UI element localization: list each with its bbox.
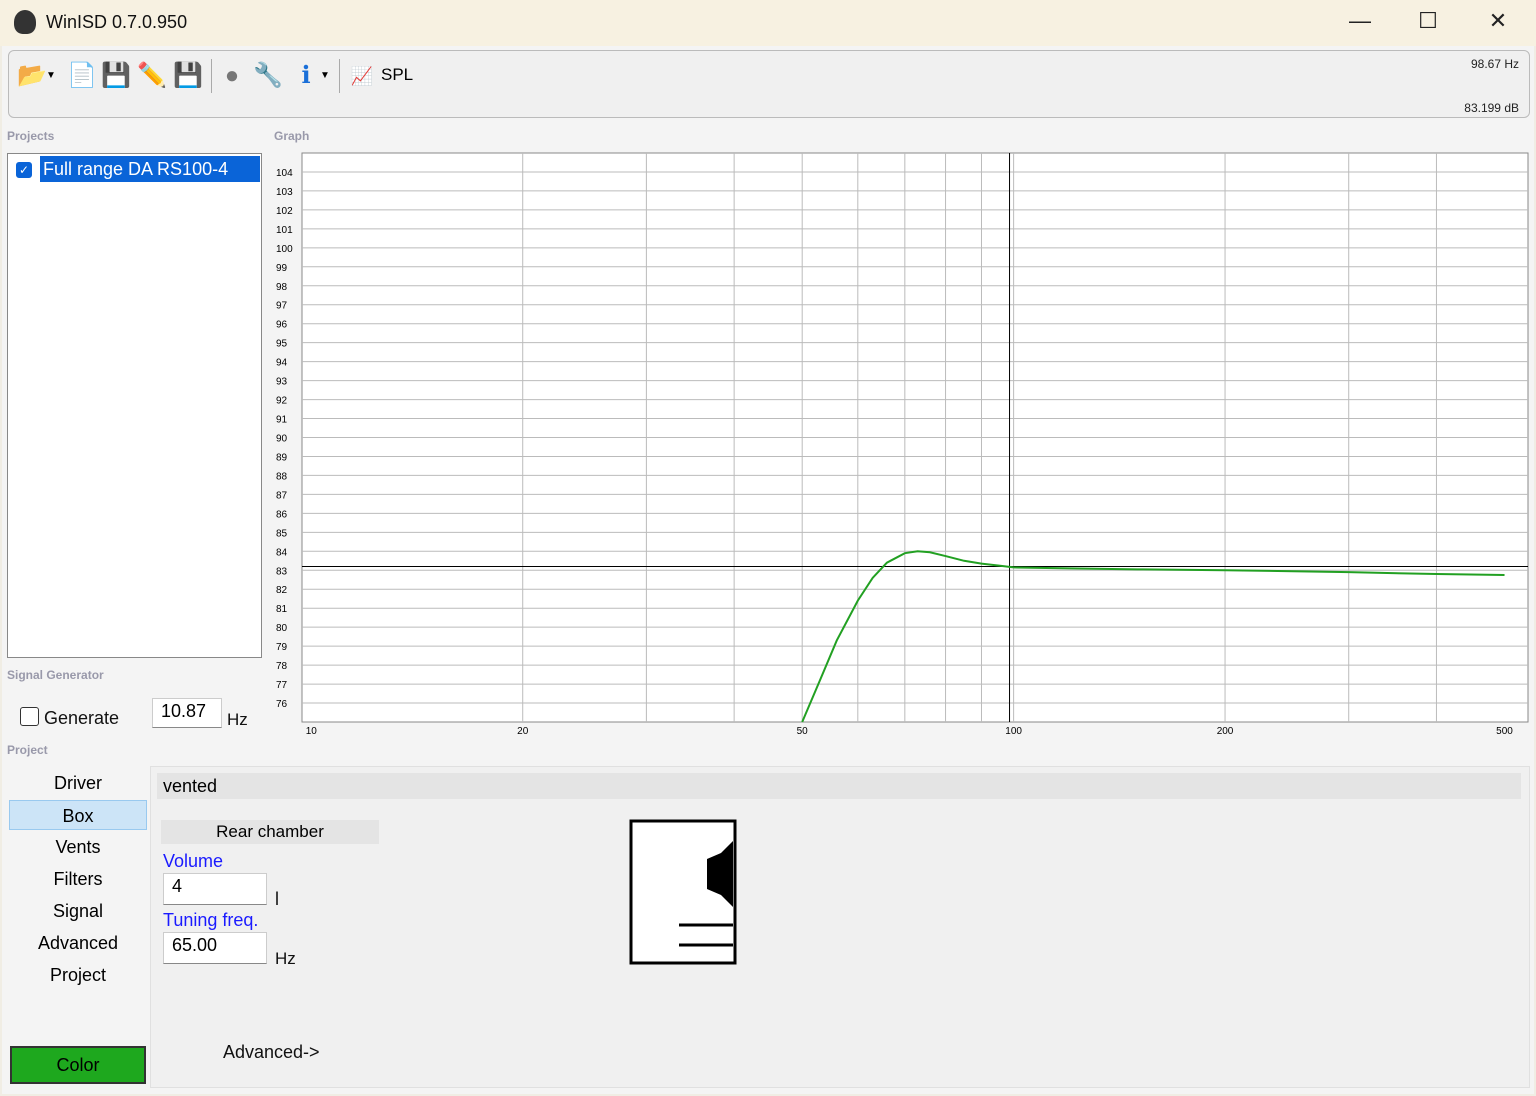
y-tick-label: 94 [276, 358, 288, 369]
y-tick-label: 101 [276, 225, 293, 236]
y-tick-label: 86 [276, 509, 288, 520]
y-tick-label: 88 [276, 471, 288, 482]
y-tick-label: 99 [276, 263, 288, 274]
color-button[interactable]: Color [10, 1046, 146, 1084]
tuning-freq-unit: Hz [275, 949, 296, 968]
y-tick-label: 82 [276, 585, 288, 596]
y-tick-label: 83 [276, 566, 288, 577]
y-tick-label: 90 [276, 434, 288, 445]
nav-item-filters[interactable]: Filters [9, 864, 147, 894]
y-tick-label: 77 [276, 680, 288, 691]
x-tick-label: 100 [1005, 726, 1022, 737]
box-diagram [629, 819, 737, 965]
x-tick-label: 200 [1217, 726, 1234, 737]
y-tick-label: 81 [276, 604, 288, 615]
nav-item-driver[interactable]: Driver [9, 768, 147, 798]
y-tick-label: 91 [276, 415, 288, 426]
nav-item-project[interactable]: Project [9, 960, 147, 990]
y-tick-label: 76 [276, 699, 288, 710]
y-tick-label: 96 [276, 320, 288, 331]
tuning-freq-label: Tuning freq. [163, 910, 259, 930]
rear-chamber-heading: Rear chamber [161, 820, 379, 844]
y-tick-label: 102 [276, 206, 293, 217]
y-tick-label: 78 [276, 661, 288, 672]
nav-item-advanced[interactable]: Advanced [9, 928, 147, 958]
y-tick-label: 84 [276, 547, 288, 558]
x-tick-label: 20 [517, 726, 529, 737]
y-tick-label: 92 [276, 396, 288, 407]
tuning-freq-input[interactable]: 65.00 [163, 932, 267, 964]
box-panel: vented Rear chamber Volume 4 l Tuning fr… [150, 766, 1530, 1088]
y-tick-label: 80 [276, 623, 288, 634]
y-tick-label: 87 [276, 490, 288, 501]
volume-unit: l [275, 889, 279, 909]
x-tick-label: 10 [306, 726, 318, 737]
x-tick-label: 50 [797, 726, 809, 737]
y-tick-label: 85 [276, 528, 288, 539]
nav-item-vents[interactable]: Vents [9, 832, 147, 862]
y-tick-label: 79 [276, 642, 288, 653]
volume-label: Volume [163, 851, 224, 871]
y-tick-label: 89 [276, 452, 288, 463]
volume-input[interactable]: 4 [163, 873, 267, 905]
y-tick-label: 95 [276, 339, 288, 350]
nav-item-box[interactable]: Box [9, 800, 147, 830]
x-tick-label: 500 [1496, 726, 1513, 737]
box-type-select[interactable]: vented [157, 773, 1521, 799]
nav-item-signal[interactable]: Signal [9, 896, 147, 926]
y-tick-label: 93 [276, 377, 288, 388]
advanced-button[interactable]: Advanced-> [223, 1042, 320, 1063]
y-tick-label: 97 [276, 301, 288, 312]
y-tick-label: 100 [276, 244, 293, 255]
spl-chart[interactable]: 104 103 102 101 100 99 98 97 96 95 94 93 92 91 90 89 88 8… [0, 0, 1536, 760]
y-tick-label: 104 [276, 168, 293, 179]
y-tick-label: 98 [276, 282, 288, 293]
y-tick-label: 103 [276, 187, 293, 198]
